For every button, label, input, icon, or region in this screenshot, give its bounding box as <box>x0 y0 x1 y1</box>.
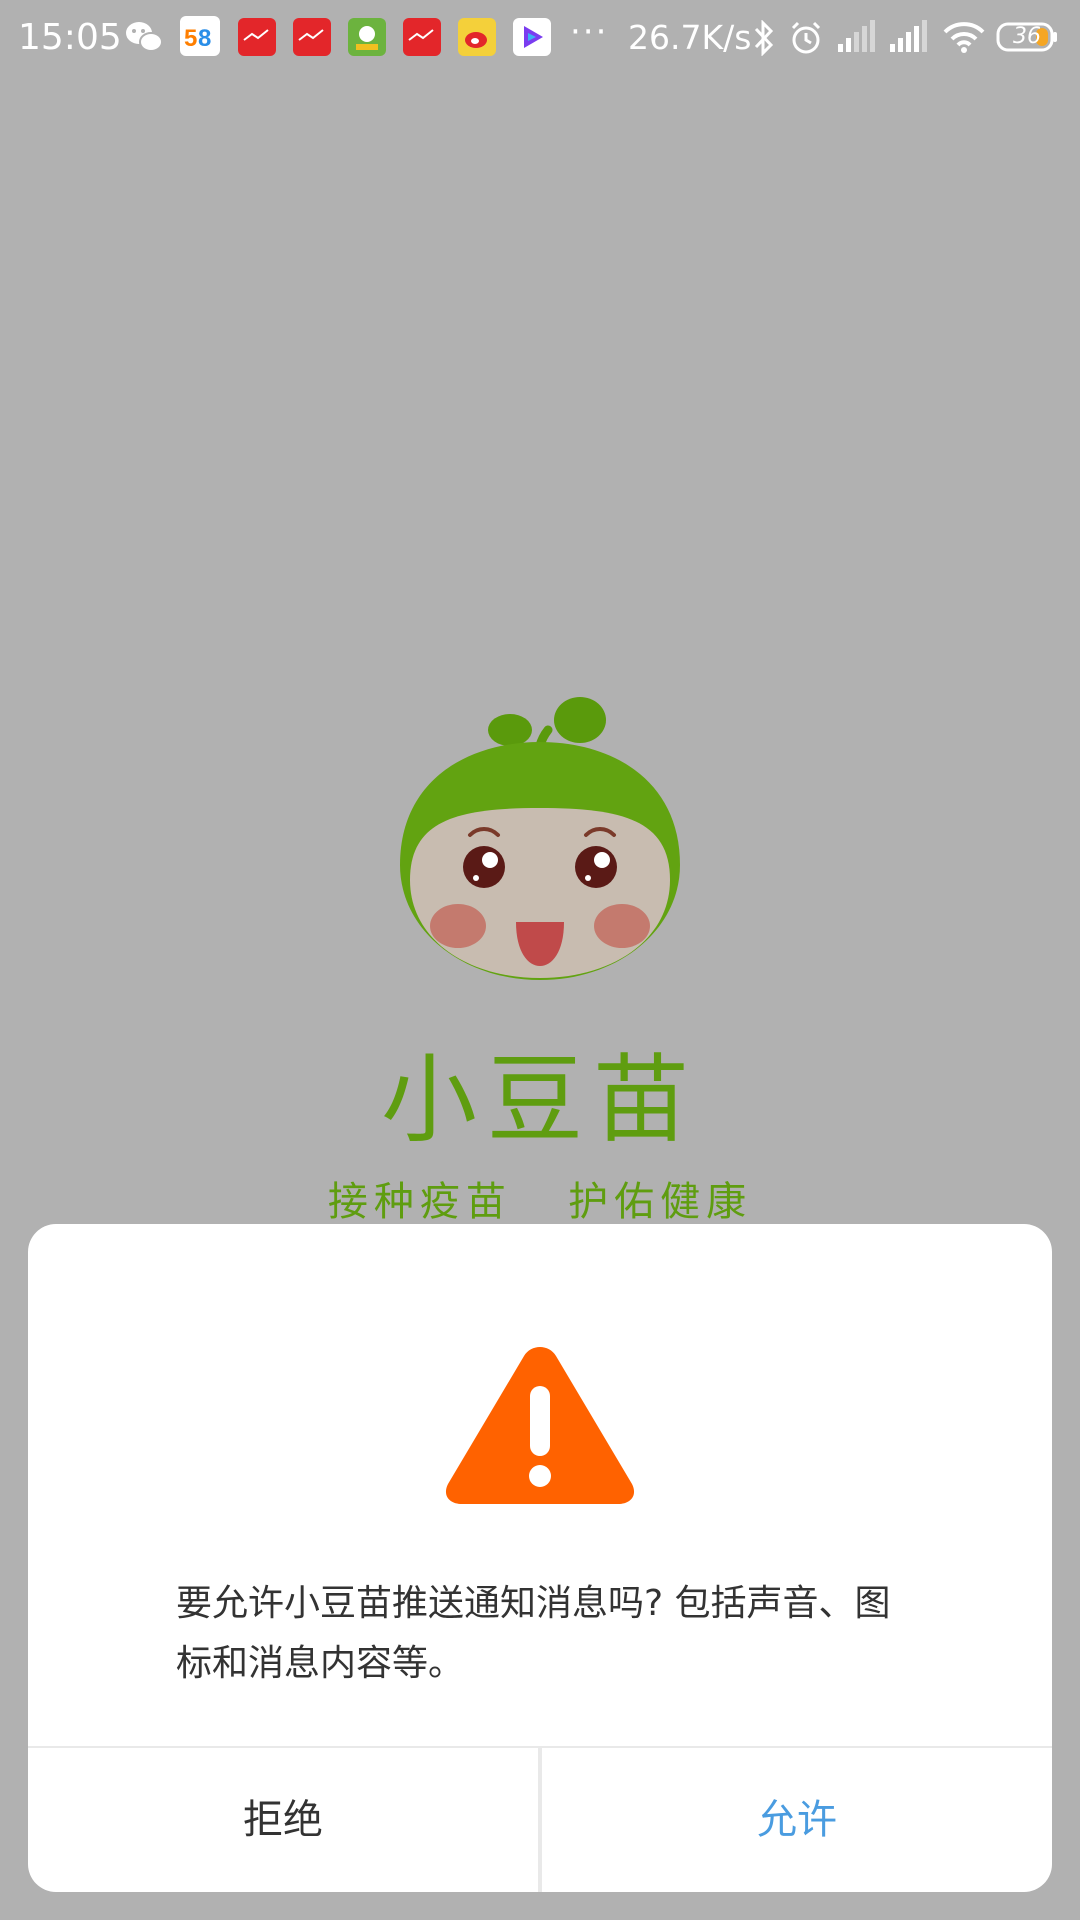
red-app-icon <box>238 18 276 56</box>
mascot-logo <box>398 690 682 994</box>
warning-icon <box>442 1342 638 1510</box>
red-app-icon <box>293 18 331 56</box>
status-time: 15:05 <box>18 17 122 58</box>
allow-button[interactable]: 允许 <box>542 1748 1052 1892</box>
wechat-icon <box>124 18 163 56</box>
bluetooth-icon <box>752 19 776 60</box>
status-bar: 15:05 5 8 ··· 26.7K/s 36 <box>0 0 1080 76</box>
network-speed: 26.7K/s <box>628 18 752 57</box>
signal-icon <box>836 20 876 58</box>
svg-text:8: 8 <box>198 25 211 52</box>
game-app-icon <box>348 18 386 56</box>
more-notifications-icon: ··· <box>570 12 609 52</box>
notification-permission-dialog: 要允许小豆苗推送通知消息吗? 包括声音、图标和消息内容等。 拒绝 允许 <box>28 1224 1052 1892</box>
dialog-message: 要允许小豆苗推送通知消息吗? 包括声音、图标和消息内容等。 <box>176 1583 891 1684</box>
deny-button[interactable]: 拒绝 <box>28 1748 538 1892</box>
battery-icon: 36 <box>996 22 1058 52</box>
video-app-icon <box>513 18 551 56</box>
app-slogan: 接种疫苗 护佑健康 <box>327 1179 753 1225</box>
app-name: 小豆苗 <box>381 1044 699 1156</box>
58-app-icon: 5 8 <box>180 16 220 56</box>
battery-level: 36 <box>1013 24 1041 49</box>
alarm-icon <box>788 20 824 60</box>
wifi-icon <box>942 20 986 58</box>
svg-text:5: 5 <box>184 25 197 52</box>
red-app-icon <box>403 18 441 56</box>
signal-icon <box>888 20 928 58</box>
weibo-icon <box>458 18 496 56</box>
